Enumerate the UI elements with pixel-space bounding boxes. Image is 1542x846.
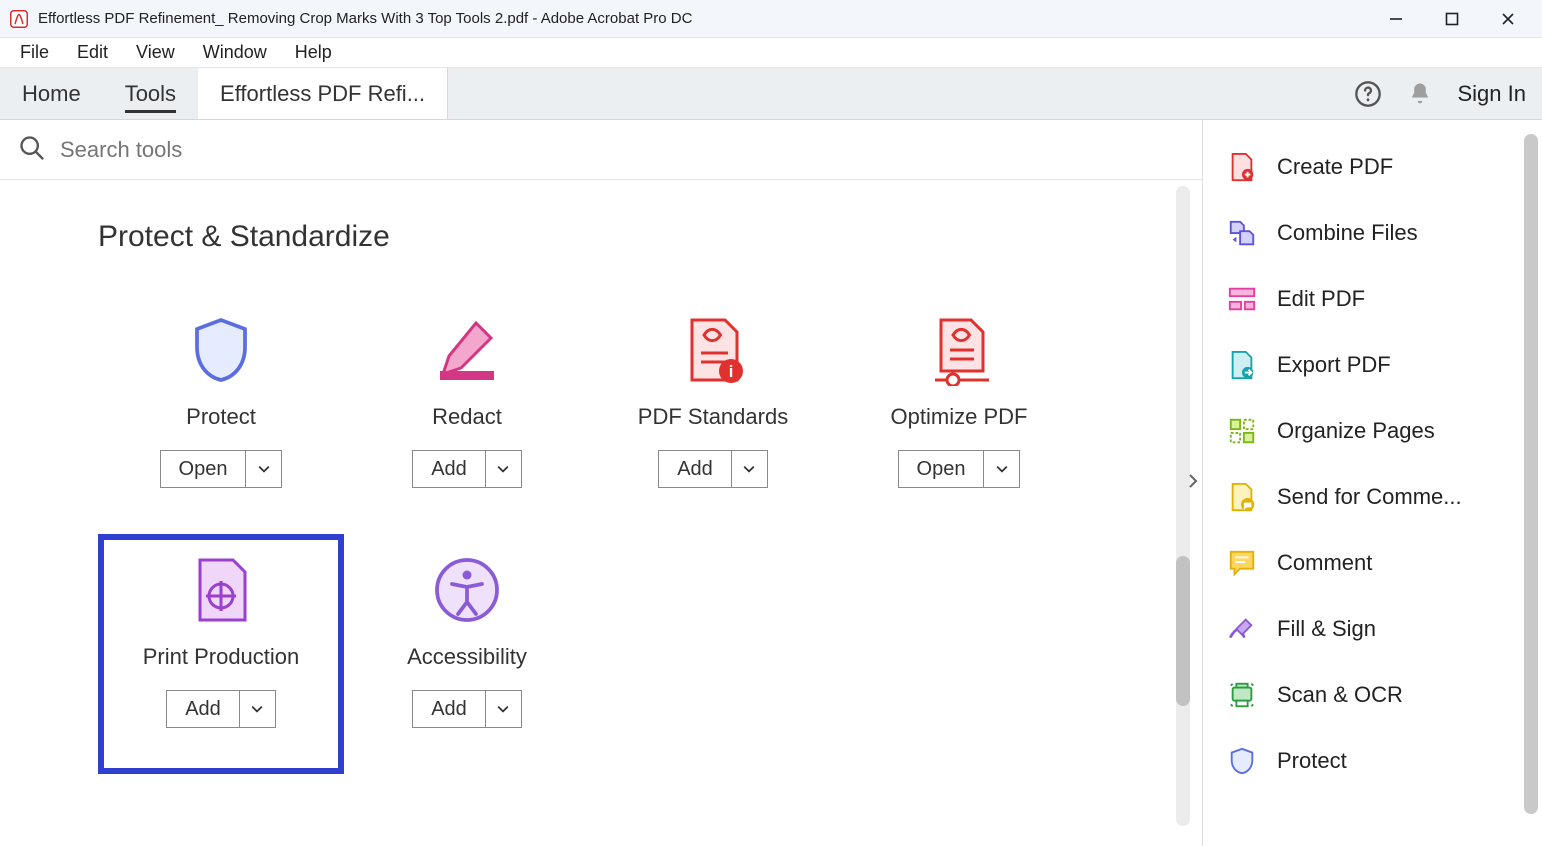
rp-label: Edit PDF [1277,286,1365,312]
protect-shield-icon [1227,746,1257,776]
create-pdf-icon [1227,152,1257,182]
edit-pdf-icon [1227,284,1257,314]
tool-open-button[interactable]: Open [160,450,247,488]
rp-label: Comment [1277,550,1372,576]
tool-dropdown-button[interactable] [240,690,276,728]
rp-item-organize-pages[interactable]: Organize Pages [1227,404,1534,458]
top-right-controls: Sign In [1338,68,1542,119]
menu-edit[interactable]: Edit [63,40,122,65]
tab-tools[interactable]: Tools [103,68,198,119]
menu-file[interactable]: File [6,40,63,65]
right-panel-scrollbar[interactable] [1524,134,1538,814]
section-title: Protect & Standardize [98,220,1178,254]
rp-label: Protect [1277,748,1347,774]
tab-row: Home Tools Effortless PDF Refi... Sign I… [0,68,1542,120]
tool-card-redact[interactable]: Redact Add [344,294,590,534]
tool-label: PDF Standards [638,404,788,430]
tool-label: Accessibility [407,644,527,670]
scan-ocr-icon [1227,680,1257,710]
accessibility-icon [431,554,503,626]
search-row [0,120,1202,180]
rp-item-create-pdf[interactable]: Create PDF [1227,140,1534,194]
scrollbar-thumb[interactable] [1176,556,1190,706]
rp-item-export-pdf[interactable]: Export PDF [1227,338,1534,392]
main-area: Protect & Standardize Protect Open [0,120,1202,846]
print-production-icon [185,554,257,626]
rp-item-protect[interactable]: Protect [1227,734,1534,788]
tool-add-button[interactable]: Add [412,450,486,488]
rp-item-scan-ocr[interactable]: Scan & OCR [1227,668,1534,722]
search-icon [18,134,46,165]
rp-item-combine-files[interactable]: Combine Files [1227,206,1534,260]
window-maximize-button[interactable] [1424,0,1480,38]
fill-sign-icon [1227,614,1257,644]
tool-add-button[interactable]: Add [166,690,240,728]
help-icon[interactable] [1354,80,1382,108]
rp-label: Fill & Sign [1277,616,1376,642]
rp-label: Send for Comme... [1277,484,1462,510]
organize-pages-icon [1227,416,1257,446]
menubar: File Edit View Window Help [0,38,1542,68]
tool-dropdown-button[interactable] [984,450,1020,488]
tool-open-button[interactable]: Open [898,450,985,488]
tool-dropdown-button[interactable] [486,690,522,728]
tool-label: Protect [186,404,256,430]
rp-label: Organize Pages [1277,418,1435,444]
window-minimize-button[interactable] [1368,0,1424,38]
menu-view[interactable]: View [122,40,189,65]
main-scrollbar[interactable] [1176,186,1190,826]
rp-label: Create PDF [1277,154,1393,180]
tool-label: Optimize PDF [891,404,1028,430]
rp-label: Combine Files [1277,220,1418,246]
rp-item-edit-pdf[interactable]: Edit PDF [1227,272,1534,326]
tool-card-optimize-pdf[interactable]: Optimize PDF Open [836,294,1082,534]
combine-files-icon [1227,218,1257,248]
rp-label: Scan & OCR [1277,682,1403,708]
tools-content: Protect & Standardize Protect Open [0,180,1202,846]
pdf-standards-icon: i [677,314,749,386]
rp-item-send-for-comments[interactable]: Send for Comme... [1227,470,1534,524]
svg-text:i: i [729,363,734,381]
tool-card-pdf-standards[interactable]: i PDF Standards Add [590,294,836,534]
export-pdf-icon [1227,350,1257,380]
acrobat-app-icon [10,10,28,28]
tool-dropdown-button[interactable] [732,450,768,488]
right-panel: Create PDF Combine Files Edit PDF Export… [1202,120,1542,846]
optimize-pdf-icon [923,314,995,386]
menu-help[interactable]: Help [281,40,346,65]
tool-add-button[interactable]: Add [658,450,732,488]
shield-icon [185,314,257,386]
sign-in-link[interactable]: Sign In [1458,81,1527,107]
right-panel-collapse-button[interactable] [1184,460,1202,502]
tool-card-print-production[interactable]: Print Production Add [98,534,344,774]
notifications-icon[interactable] [1406,80,1434,108]
tab-home[interactable]: Home [0,68,103,119]
redact-icon [431,314,503,386]
tool-card-protect[interactable]: Protect Open [98,294,344,534]
rp-item-fill-sign[interactable]: Fill & Sign [1227,602,1534,656]
comment-icon [1227,548,1257,578]
window-close-button[interactable] [1480,0,1536,38]
search-input[interactable] [60,137,1184,163]
titlebar: Effortless PDF Refinement_ Removing Crop… [0,0,1542,38]
tool-label: Print Production [143,644,300,670]
tool-card-accessibility[interactable]: Accessibility Add [344,534,590,774]
rp-item-comment[interactable]: Comment [1227,536,1534,590]
rp-label: Export PDF [1277,352,1391,378]
menu-window[interactable]: Window [189,40,281,65]
tool-dropdown-button[interactable] [486,450,522,488]
tool-dropdown-button[interactable] [246,450,282,488]
tool-add-button[interactable]: Add [412,690,486,728]
tool-label: Redact [432,404,502,430]
window-title: Effortless PDF Refinement_ Removing Crop… [38,10,692,27]
tab-document[interactable]: Effortless PDF Refi... [198,68,448,119]
send-for-comments-icon [1227,482,1257,512]
